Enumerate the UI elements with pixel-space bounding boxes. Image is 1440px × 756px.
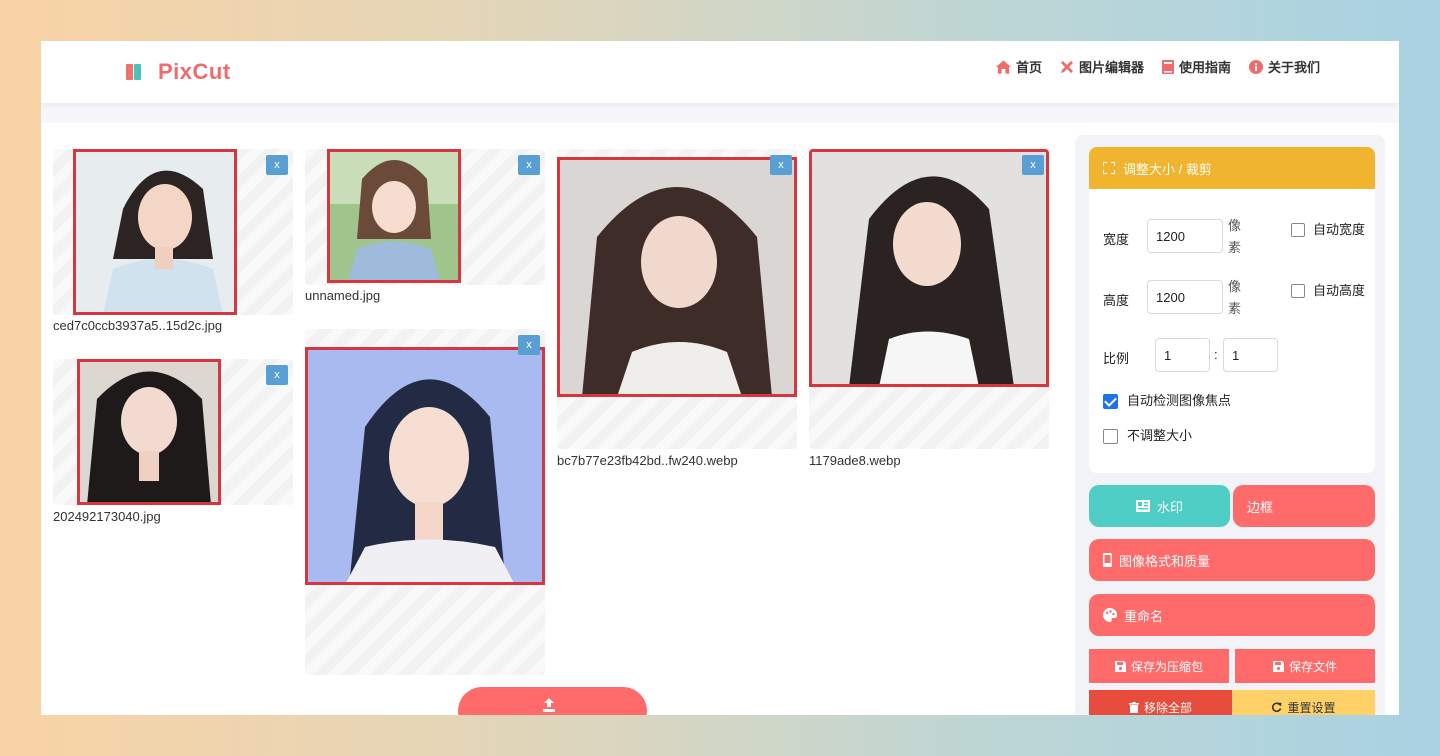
auto-height-label: 自动高度 (1313, 283, 1366, 298)
palette-icon (1103, 608, 1117, 622)
save-file-button[interactable]: 保存文件 (1235, 649, 1375, 683)
width-label: 宽度 (1103, 232, 1130, 247)
tools-icon (1060, 60, 1073, 73)
image-filename: unnamed.jpg (305, 288, 381, 303)
border-button[interactable]: 边框 (1233, 485, 1375, 527)
rename-button[interactable]: 重命名 (1089, 594, 1375, 636)
trash-icon (1128, 701, 1139, 713)
remove-image-button[interactable]: x (518, 335, 540, 355)
height-label: 高度 (1103, 293, 1130, 308)
nav-item-label: 关于我们 (1267, 60, 1320, 75)
image-card[interactable]: x (557, 149, 797, 449)
remove-image-button[interactable]: x (770, 155, 792, 175)
image-filename: ced7c0ccb3937a5..15d2c.jpg (53, 318, 223, 333)
refresh-icon (1272, 702, 1282, 712)
nav-item-label: 图片编辑器 (1078, 60, 1144, 75)
save-zip-button[interactable]: 保存为压缩包 (1089, 649, 1229, 683)
format-quality-label: 图像格式和质量 (1119, 553, 1211, 569)
nav-item-editor[interactable]: 图片编辑器 (1060, 57, 1144, 76)
crop-frame[interactable] (557, 157, 797, 397)
nav-item-label: 首页 (1015, 60, 1042, 75)
image-card[interactable]: x (809, 149, 1049, 449)
image-card[interactable]: x (305, 329, 545, 675)
panel-header[interactable]: 调整大小 / 裁剪 (1089, 147, 1375, 189)
crop-frame[interactable] (77, 359, 221, 505)
image-card[interactable]: x (305, 149, 545, 285)
save-file-label: 保存文件 (1288, 659, 1337, 674)
app-window: PixCut 首页 图片编辑器 使用指南 关于我们 x ced7c0ccb393… (41, 41, 1399, 715)
height-input[interactable] (1147, 280, 1223, 314)
watermark-button[interactable]: 水印 (1089, 485, 1230, 527)
no-resize-label: 不调整大小 (1127, 428, 1193, 443)
nav-item-label: 使用指南 (1178, 60, 1231, 75)
crop-frame[interactable] (73, 149, 237, 315)
crop-frame[interactable] (327, 149, 461, 283)
auto-width-label: 自动宽度 (1313, 222, 1366, 237)
rename-label: 重命名 (1124, 608, 1164, 624)
upload-icon (543, 698, 555, 712)
nav-menu: 首页 图片编辑器 使用指南 关于我们 (995, 57, 1320, 76)
remove-all-label: 移除全部 (1143, 700, 1192, 715)
crop-frame[interactable] (809, 149, 1049, 387)
image-filename: 1179ade8.webp (809, 453, 901, 468)
border-label: 边框 (1247, 499, 1274, 515)
mobile-icon (1103, 553, 1112, 567)
brand[interactable]: PixCut (125, 59, 231, 85)
newspaper-icon (1135, 500, 1150, 512)
remove-image-button[interactable]: x (266, 365, 288, 385)
image-filename: bc7b77e23fb42bd..fw240.webp (557, 453, 738, 468)
floppy-disk-icon (1272, 660, 1284, 672)
nav-item-home[interactable]: 首页 (995, 57, 1042, 76)
panel-title: 调整大小 / 裁剪 (1123, 161, 1212, 177)
remove-image-button[interactable]: x (1022, 155, 1044, 175)
expand-icon (1103, 162, 1115, 174)
nav-item-guide[interactable]: 使用指南 (1161, 57, 1231, 76)
save-zip-label: 保存为压缩包 (1130, 659, 1203, 674)
image-filename: 202492173040.jpg (53, 509, 161, 524)
remove-image-button[interactable]: x (266, 155, 288, 175)
height-unit: 像素 (1228, 279, 1242, 316)
nav-item-about[interactable]: 关于我们 (1248, 57, 1320, 76)
remove-all-button[interactable]: 移除全部 (1089, 690, 1232, 715)
brand-name: PixCut (158, 59, 231, 84)
format-quality-button[interactable]: 图像格式和质量 (1089, 539, 1375, 581)
width-input[interactable] (1147, 219, 1223, 253)
auto-focus-checkbox[interactable] (1103, 394, 1118, 409)
no-resize-checkbox[interactable] (1103, 429, 1118, 444)
reset-settings-button[interactable]: 重置设置 (1232, 690, 1375, 715)
resize-crop-panel: 调整大小 / 裁剪 宽度 像素 自动宽度 高度 像素 自动高度 比例 : 自动检… (1089, 147, 1375, 473)
auto-focus-label: 自动检测图像焦点 (1127, 393, 1232, 408)
upload-button[interactable] (458, 687, 647, 715)
image-card[interactable]: x (53, 359, 293, 505)
ratio-separator: : (1214, 347, 1218, 362)
navbar: PixCut 首页 图片编辑器 使用指南 关于我们 (41, 41, 1399, 103)
home-icon (995, 59, 1011, 74)
image-card[interactable]: x (53, 149, 293, 315)
book-icon (1161, 59, 1174, 74)
ratio-label: 比例 (1103, 351, 1130, 366)
watermark-label: 水印 (1156, 499, 1183, 515)
reset-settings-label: 重置设置 (1287, 700, 1336, 715)
ratio-height-input[interactable] (1223, 338, 1278, 372)
remove-image-button[interactable]: x (518, 155, 540, 175)
ratio-width-input[interactable] (1155, 338, 1210, 372)
floppy-disk-icon (1114, 660, 1126, 672)
book-logo-icon (125, 63, 143, 81)
width-unit: 像素 (1228, 218, 1242, 255)
info-icon (1248, 59, 1263, 74)
settings-sidebar: 调整大小 / 裁剪 宽度 像素 自动宽度 高度 像素 自动高度 比例 : 自动检… (1075, 135, 1385, 715)
crop-frame[interactable] (305, 347, 545, 585)
